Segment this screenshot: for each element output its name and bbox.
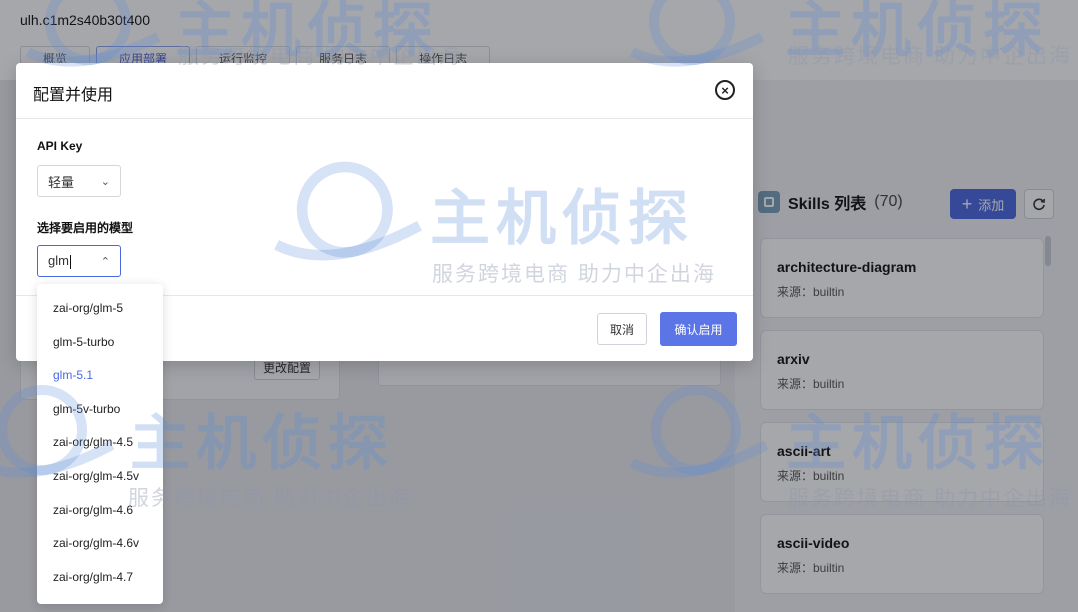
chevron-down-icon: ⌄ bbox=[100, 175, 110, 188]
dropdown-option-zai-org-glm-4-6[interactable]: zai-org/glm-4.6 bbox=[37, 494, 163, 528]
cancel-button[interactable]: 取消 bbox=[597, 313, 647, 345]
dropdown-option-glm-5v-turbo[interactable]: glm-5v-turbo bbox=[37, 393, 163, 427]
dropdown-option-zai-org-glm-4-5v[interactable]: zai-org/glm-4.5v bbox=[37, 460, 163, 494]
dropdown-option-glm-5-1[interactable]: glm-5.1 bbox=[37, 359, 163, 393]
model-input-text: glm bbox=[48, 253, 71, 269]
dropdown-option-glm-5-turbo[interactable]: glm-5-turbo bbox=[37, 326, 163, 360]
api-key-label: API Key bbox=[37, 139, 83, 153]
modal-header: 配置并使用 × bbox=[16, 63, 753, 119]
dropdown-option-zai-org-glm-4-6v[interactable]: zai-org/glm-4.6v bbox=[37, 527, 163, 561]
text-cursor bbox=[69, 254, 71, 269]
modal-title: 配置并使用 bbox=[33, 87, 114, 104]
close-icon[interactable]: × bbox=[715, 80, 735, 100]
confirm-enable-button[interactable]: 确认启用 bbox=[660, 312, 737, 346]
api-key-select[interactable]: 轻量 ⌄ bbox=[37, 165, 121, 197]
model-dropdown: zai-org/glm-5 glm-5-turbo glm-5.1 glm-5v… bbox=[37, 284, 163, 604]
dropdown-option-zai-org-glm-5[interactable]: zai-org/glm-5 bbox=[37, 292, 163, 326]
model-search-input[interactable]: glm ⌃ bbox=[37, 245, 121, 277]
dropdown-option-zai-org-glm-4-7[interactable]: zai-org/glm-4.7 bbox=[37, 561, 163, 595]
model-label: 选择要启用的模型 bbox=[37, 221, 134, 235]
dropdown-option-zai-org-glm-4-5[interactable]: zai-org/glm-4.5 bbox=[37, 426, 163, 460]
chevron-up-icon: ⌃ bbox=[100, 255, 110, 268]
api-key-value: 轻量 bbox=[48, 174, 75, 190]
model-input-value: glm bbox=[48, 253, 69, 269]
